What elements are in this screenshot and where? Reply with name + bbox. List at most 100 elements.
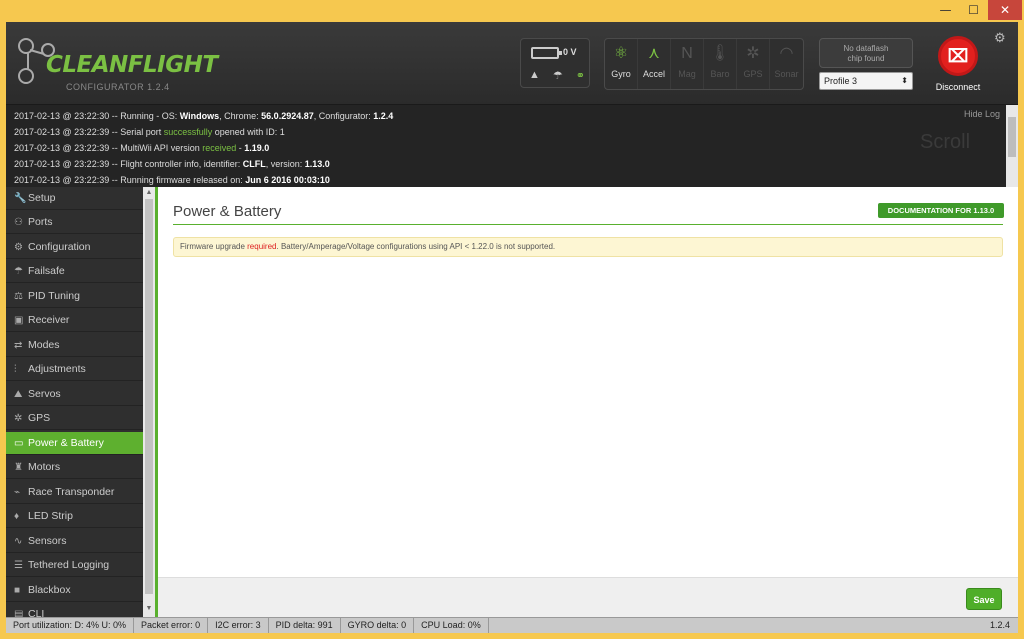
satellite-icon: ✲ [746, 45, 760, 62]
scroll-down-icon[interactable]: ▼ [145, 605, 153, 612]
save-button[interactable]: Save [966, 588, 1002, 610]
receiver-icon: ▣ [14, 315, 24, 326]
sidebar-item-led-strip[interactable]: ♦ LED Strip [6, 505, 143, 528]
title-bar: — ☐ ✕ [0, 0, 1024, 22]
warning-text: Firmware upgrade [180, 242, 248, 251]
log-text: 2017-02-13 @ 23:22:39 -- Running firmwar… [14, 175, 246, 185]
sidebar-item-race-transponder[interactable]: ⌁ Race Transponder [6, 481, 143, 504]
log-scroll-thumb[interactable] [1008, 117, 1016, 157]
sonar-icon: ◠ [779, 45, 794, 62]
sidebar-item-motors[interactable]: ♜ Motors [6, 456, 143, 479]
sidebar-item-servos[interactable]: ⛰ Servos [6, 383, 143, 406]
header: CLEANFLIGHT CONFIGURATOR 1.2.4 0 V ▲ ☂ ⚭… [6, 22, 1018, 105]
disconnect-button[interactable]: ⌧ Disconnect [928, 36, 988, 96]
sidebar-item-pid-tuning[interactable]: ⚖ PID Tuning [6, 285, 143, 308]
log-bold: 1.13.0 [304, 159, 330, 169]
logo-text: CLEANFLIGHT [46, 52, 218, 78]
satellite-icon: ✲ [14, 413, 23, 424]
sidebar-item-blackbox[interactable]: ■ Blackbox [6, 579, 143, 602]
close-button[interactable]: ✕ [988, 0, 1022, 20]
minimize-button[interactable]: — [932, 0, 959, 20]
sensor-mag: N Mag [671, 39, 704, 89]
log-line: 2017-02-13 @ 23:22:39 -- MultiWii API ve… [14, 143, 269, 153]
log-bold: Jun 6 2016 00:03:10 [245, 175, 330, 185]
status-version: 1.2.4 [989, 620, 1010, 630]
profile-select[interactable]: Profile 3 ⬍ [819, 72, 913, 90]
documentation-button[interactable]: DOCUMENTATION FOR 1.13.0 [878, 203, 1004, 218]
sidebar-item-modes[interactable]: ⇄ Modes [6, 334, 143, 357]
warning-required: required [247, 242, 277, 251]
parachute-icon: ☂ [14, 266, 23, 277]
sidebar-item-label: Race Transponder [28, 486, 115, 498]
scroll-up-icon[interactable]: ▲ [145, 189, 153, 196]
status-port-utilization: Port utilization: D: 4% U: 0% [6, 618, 135, 633]
status-i2c-error: I2C error: 3 [208, 618, 269, 633]
sliders-icon: ⫶ [14, 364, 17, 375]
sensor-label: Sonar [774, 69, 799, 79]
status-bar: Port utilization: D: 4% U: 0% Packet err… [6, 617, 1018, 633]
sidebar-item-tethered-logging[interactable]: ☰ Tethered Logging [6, 554, 143, 577]
gear-icon[interactable]: ⚙ [994, 30, 1006, 46]
sidebar-item-label: Configuration [28, 241, 91, 253]
logo: CLEANFLIGHT CONFIGURATOR 1.2.4 [16, 34, 226, 94]
sidebar: 🔧 Setup ⚇ Ports ⚙ Configuration ☂ Failsafe ⚖… [6, 187, 143, 617]
sidebar-item-adjustments[interactable]: ⫶ Adjustments [6, 358, 143, 381]
wrench-icon: 🔧 [14, 193, 27, 204]
log-text: 2017-02-13 @ 23:22:30 -- Running - OS: [14, 111, 180, 121]
sensor-gyro: ⚛ Gyro [605, 39, 638, 89]
battery-panel: 0 V ▲ ☂ ⚭ [520, 38, 590, 88]
sidebar-item-ports[interactable]: ⚇ Ports [6, 211, 143, 234]
sensor-baro: 🌡 Baro [704, 39, 737, 89]
log-text: , Configurator: [313, 111, 374, 121]
log-text: 2017-02-13 @ 23:22:39 -- MultiWii API ve… [14, 143, 203, 153]
content-footer: Save [158, 577, 1018, 617]
hide-log-link[interactable]: Hide Log [964, 109, 1000, 119]
thermometer-icon: 🌡 [709, 45, 731, 62]
wave-icon: ∿ [14, 536, 23, 547]
sidebar-item-configuration[interactable]: ⚙ Configuration [6, 236, 143, 259]
sensor-label: GPS [743, 69, 763, 79]
sidebar-item-setup[interactable]: 🔧 Setup [6, 187, 143, 210]
battery-icon [531, 47, 562, 59]
maximize-button[interactable]: ☐ [960, 0, 987, 20]
sidebar-item-label: Failsafe [28, 265, 65, 277]
log-line: 2017-02-13 @ 23:22:39 -- Flight controll… [14, 159, 330, 169]
logo-subtitle: CONFIGURATOR 1.2.4 [66, 82, 170, 92]
sidebar-item-power-battery[interactable]: ▭ Power & Battery [6, 432, 143, 455]
sidebar-item-label: Servos [28, 388, 61, 400]
sidebar-item-receiver[interactable]: ▣ Receiver [6, 309, 143, 332]
sidebar-item-cli[interactable]: ▤ CLI [6, 603, 143, 617]
blackbox-icon: ■ [14, 585, 21, 596]
sidebar-scrollbar[interactable]: ▲ ▼ [143, 187, 155, 617]
sidebar-item-failsafe[interactable]: ☂ Failsafe [6, 260, 143, 283]
sidebar-item-label: GPS [28, 412, 51, 424]
status-pid-delta: PID delta: 991 [269, 618, 341, 633]
dataflash-line-2: chip found [847, 54, 885, 63]
modes-icon: ⇄ [14, 340, 23, 351]
battery-voltage: 0 V [563, 47, 577, 57]
log-text: opened with ID: 1 [212, 127, 285, 137]
sensor-label: Mag [678, 69, 696, 79]
sidebar-item-sensors[interactable]: ∿ Sensors [6, 530, 143, 553]
page-title: Power & Battery [173, 203, 282, 220]
log-bold: CLFL [242, 159, 266, 169]
log-line: 2017-02-13 @ 23:22:39 -- Running firmwar… [14, 175, 330, 185]
sidebar-scroll-thumb[interactable] [145, 199, 153, 594]
log-scrollbar[interactable] [1006, 105, 1018, 187]
log-text: , version: [265, 159, 305, 169]
firmware-warning: Firmware upgrade required. Battery/Amper… [173, 237, 1003, 257]
log-panel: 2017-02-13 @ 23:22:30 -- Running - OS: W… [6, 105, 1018, 187]
sensor-label: Baro [710, 69, 730, 79]
log-text: 2017-02-13 @ 23:22:39 -- Serial port [14, 127, 164, 137]
sidebar-item-label: Setup [28, 192, 56, 204]
terminal-icon: ▤ [14, 609, 24, 617]
sidebar-item-label: Adjustments [28, 363, 86, 375]
link-icon: ⚭ [575, 70, 585, 82]
status-icons: ▲ ☂ ⚭ [529, 69, 585, 82]
dataflash-line-1: No dataflash [843, 44, 889, 53]
app-window: — ☐ ✕ CLEANFLIGHT CONFIGURATOR 1.2.4 0 V… [0, 0, 1024, 639]
mag-icon: N [681, 45, 693, 62]
log-icon: ☰ [14, 560, 23, 571]
sidebar-item-gps[interactable]: ✲ GPS [6, 407, 143, 430]
status-packet-error: Packet error: 0 [134, 618, 209, 633]
